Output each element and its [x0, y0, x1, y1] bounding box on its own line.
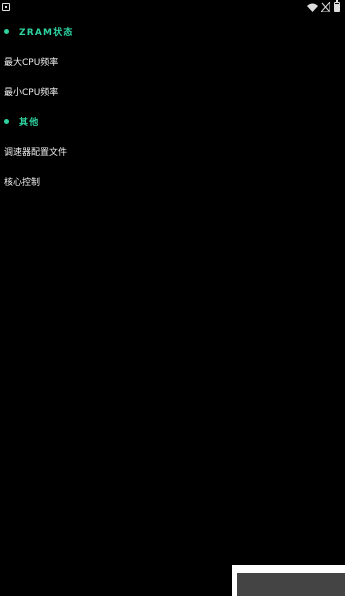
section-header-other: 其他	[0, 106, 345, 136]
bottom-overlay-panel	[232, 565, 345, 596]
screen: ZRAM状态 最大CPU频率 最小CPU频率 其他 调速器配置文件 核心控制	[0, 0, 345, 596]
list-item-governor-profile[interactable]: 调速器配置文件	[0, 136, 345, 166]
section-dot-icon	[4, 28, 9, 34]
section-dot-icon	[4, 118, 9, 124]
list-item-label: 最小CPU频率	[4, 87, 59, 98]
section-title: ZRAM状态	[19, 27, 74, 38]
list-item-min-cpu-frequency[interactable]: 最小CPU频率	[0, 76, 345, 106]
section-title: 其他	[19, 117, 40, 128]
bottom-overlay-panel-inner	[237, 573, 345, 596]
list-item-label: 核心控制	[4, 177, 41, 188]
section-header-zram: ZRAM状态	[0, 16, 345, 46]
settings-list: ZRAM状态 最大CPU频率 最小CPU频率 其他 调速器配置文件 核心控制	[0, 16, 345, 196]
battery-fill	[335, 4, 339, 11]
battery-icon	[334, 0, 340, 12]
status-bar	[0, 0, 345, 16]
list-item-core-control[interactable]: 核心控制	[0, 166, 345, 196]
list-item-max-cpu-frequency[interactable]: 最大CPU频率	[0, 46, 345, 76]
no-sim-signal-icon	[321, 2, 330, 12]
list-item-label: 最大CPU频率	[4, 57, 59, 68]
list-item-label: 调速器配置文件	[4, 147, 68, 158]
wifi-icon	[307, 3, 318, 12]
app-notification-icon	[2, 3, 10, 11]
